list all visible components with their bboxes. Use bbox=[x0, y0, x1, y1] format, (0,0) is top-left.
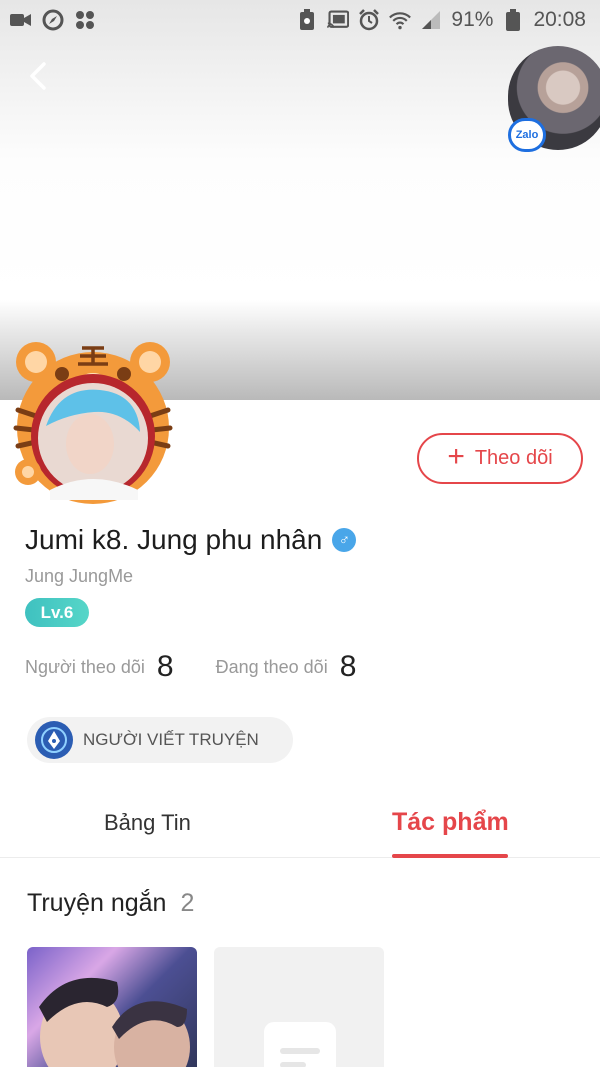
tiger-frame-avatar-icon bbox=[13, 342, 173, 504]
follow-stats: Người theo dõi 8 Đang theo dõi 8 bbox=[25, 650, 398, 684]
male-gender-icon: ♂ bbox=[332, 528, 357, 552]
followers-stat[interactable]: Người theo dõi 8 bbox=[25, 650, 174, 684]
following-count: 8 bbox=[339, 650, 357, 683]
story-card-placeholder[interactable] bbox=[214, 947, 384, 1067]
active-tab-indicator bbox=[392, 854, 508, 858]
followers-count: 8 bbox=[156, 650, 174, 683]
section-title: Truyện ngắn bbox=[27, 889, 167, 917]
profile-name-row: Jumi k8. Jung phu nhân ♂ bbox=[25, 524, 357, 556]
writer-role-badge[interactable]: NGƯỜI VIẾT TRUYỆN bbox=[27, 717, 293, 763]
tab-works[interactable]: Tác phẩm bbox=[392, 808, 509, 837]
clock: 20:08 bbox=[533, 8, 586, 31]
username: Jung JungMe bbox=[25, 566, 134, 586]
alarm-icon bbox=[358, 9, 380, 31]
zalo-badge: Zalo bbox=[508, 118, 546, 152]
followers-label: Người theo dõi bbox=[25, 656, 145, 677]
chevron-left-icon bbox=[30, 62, 46, 90]
video-icon bbox=[10, 9, 32, 31]
writer-role-label: NGƯỜI VIẾT TRUYỆN bbox=[83, 730, 259, 749]
status-bar: 91% 20:08 bbox=[0, 0, 600, 40]
pen-nib-icon bbox=[35, 721, 73, 759]
following-stat[interactable]: Đang theo dõi 8 bbox=[216, 650, 357, 684]
profile-name: Jumi k8. Jung phu nhân bbox=[25, 524, 323, 555]
follow-button[interactable]: + Theo dõi bbox=[417, 433, 583, 484]
short-stories-header: Truyện ngắn 2 bbox=[27, 889, 194, 918]
cast-icon bbox=[327, 9, 350, 31]
plus-icon: + bbox=[447, 440, 465, 473]
document-icon bbox=[264, 1022, 336, 1067]
story-card[interactable] bbox=[27, 947, 197, 1067]
battery-icon bbox=[502, 9, 524, 31]
following-label: Đang theo dõi bbox=[215, 656, 328, 677]
compass-icon bbox=[42, 9, 64, 31]
profile-tabs: Bảng Tin Tác phẩm bbox=[0, 790, 600, 858]
status-right-icons: 91% 20:08 bbox=[296, 8, 586, 32]
level-badge: Lv.6 bbox=[25, 598, 89, 627]
signal-icon bbox=[420, 9, 442, 31]
recycle-icon bbox=[296, 9, 318, 31]
story-cover-image bbox=[39, 977, 190, 1067]
status-left-icons bbox=[10, 9, 96, 31]
wifi-icon bbox=[389, 9, 412, 31]
tab-news-feed[interactable]: Bảng Tin bbox=[104, 810, 191, 836]
profile-avatar[interactable] bbox=[10, 340, 176, 506]
apps-icon bbox=[74, 9, 96, 31]
section-count: 2 bbox=[180, 889, 195, 917]
follow-button-label: Theo dõi bbox=[474, 447, 553, 469]
battery-percent: 91% bbox=[451, 8, 494, 31]
back-button[interactable] bbox=[18, 56, 58, 96]
